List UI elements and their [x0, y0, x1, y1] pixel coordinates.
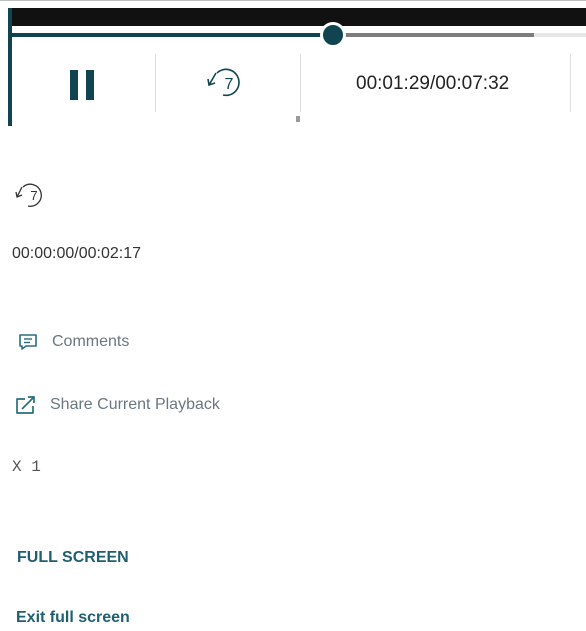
- rewind-7-icon: 7: [207, 68, 240, 97]
- playback-speed[interactable]: X 1: [12, 458, 41, 476]
- seek-progress: [12, 33, 334, 37]
- share-current-playback-link[interactable]: Share Current Playback: [14, 394, 220, 416]
- divider: [570, 54, 571, 112]
- seek-handle[interactable]: [320, 22, 347, 48]
- comments-label: Comments: [52, 333, 130, 350]
- comments-link[interactable]: Comments: [16, 331, 129, 353]
- rewind-7-button[interactable]: 7: [205, 64, 249, 100]
- page: 7 00:01:29/00:07:32 7 00:00:00/00:02:17: [0, 0, 586, 631]
- divider: [300, 54, 301, 112]
- top-border: [0, 0, 586, 1]
- control-bar: 7 00:01:29/00:07:32: [12, 48, 586, 118]
- pause-button[interactable]: [66, 68, 100, 102]
- video-frame[interactable]: [8, 8, 586, 26]
- comment-icon: [16, 331, 40, 353]
- time-display: 00:01:29/00:07:32: [356, 73, 510, 94]
- resize-handle[interactable]: [296, 116, 300, 122]
- time-display-secondary: 00:00:00/00:02:17: [12, 245, 142, 262]
- share-icon: [14, 394, 38, 416]
- divider: [155, 54, 156, 112]
- rewind-7-button-secondary[interactable]: 7: [13, 179, 51, 211]
- exit-full-screen-button[interactable]: Exit full screen: [16, 609, 130, 627]
- video-player: 7 00:01:29/00:07:32: [0, 0, 586, 126]
- rewind-seconds: 7: [30, 188, 37, 203]
- share-label: Share Current Playback: [50, 396, 220, 413]
- rewind-seconds: 7: [225, 76, 234, 93]
- full-screen-button[interactable]: FULL SCREEN: [17, 549, 129, 567]
- rewind-7-icon: 7: [15, 183, 42, 207]
- seek-bar[interactable]: [12, 22, 586, 48]
